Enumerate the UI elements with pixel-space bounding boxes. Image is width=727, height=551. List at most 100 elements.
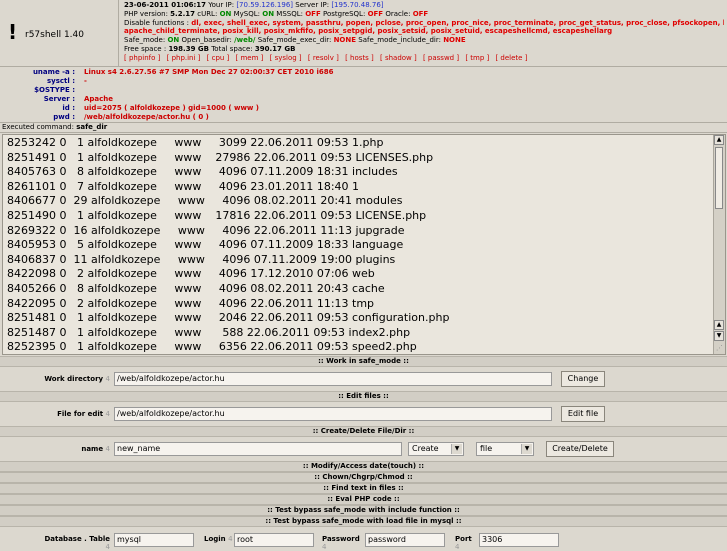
sys-value: /web/alfoldkozepe/actor.hu ( 0 ): [84, 113, 209, 121]
scroll-up-arrow-icon[interactable]: ▲: [714, 320, 724, 330]
edit-file-label-text: File for edit: [57, 410, 104, 418]
arrow-icon: 4: [105, 445, 110, 453]
menu-tmp[interactable]: [ tmp ]: [465, 54, 489, 62]
section-edit-files: :: Edit files ::: [0, 391, 727, 402]
mssql-status: OFF: [305, 9, 321, 18]
arrow-icon: 4: [228, 535, 233, 543]
curl-label: cURL:: [197, 9, 218, 18]
safe-mode-status: ON: [167, 36, 180, 45]
logo: ! r57shell 1.40: [0, 0, 119, 66]
work-dir-label: Work directory 4: [30, 375, 110, 383]
section-modify-access[interactable]: :: Modify/Access date(touch) ::: [0, 461, 727, 472]
menu-hosts[interactable]: [ hosts ]: [345, 54, 374, 62]
sys-row-server: Server : Apache: [0, 95, 727, 103]
postgresql-status: OFF: [367, 9, 384, 18]
section-bypass-mysql[interactable]: :: Test bypass safe_mode with load file …: [0, 516, 727, 527]
total-space-label: Total space:: [211, 44, 253, 53]
safe-exec: NONE: [333, 36, 357, 45]
change-button[interactable]: Change: [561, 371, 605, 387]
top-menu: [ phpinfo ] [ php.ini ] [ cpu ] [ mem ] …: [124, 54, 724, 63]
command-output[interactable]: 8253242 0 1 alfoldkozepe www 3099 22.06.…: [2, 134, 726, 355]
menu-phpinfo[interactable]: [ phpinfo ]: [124, 54, 160, 62]
work-dir-label-text: Work directory: [44, 375, 104, 383]
list-item: 8251490 0 1 alfoldkozepe www 17816 22.06…: [7, 209, 427, 222]
your-ip-label: Your IP:: [208, 1, 235, 9]
header: ! r57shell 1.40 23-06-2011 01:06:17 Your…: [0, 0, 727, 67]
app-name: r57shell 1.40: [25, 30, 84, 40]
menu-resolv[interactable]: [ resolv ]: [308, 54, 339, 62]
list-item: 8252395 0 1 alfoldkozepe www 6356 22.06.…: [7, 340, 417, 354]
work-dir-input[interactable]: /web/alfoldkozepe/actor.hu: [114, 372, 552, 386]
work-dir-row: Work directory 4 /web/alfoldkozepe/actor…: [0, 367, 727, 391]
oracle-status: OFF: [412, 9, 429, 18]
safe-include-label: Safe_mode_include_dir:: [358, 36, 441, 45]
create-type-select[interactable]: file ▼: [476, 442, 534, 456]
mysql-row: Database . Table 4 mysql Login 4 root Pa…: [0, 528, 727, 551]
list-item: 8422098 0 2 alfoldkozepe www 4096 17.12.…: [7, 267, 375, 281]
edit-file-input[interactable]: /web/alfoldkozepe/actor.hu: [114, 407, 552, 421]
section-create-delete: :: Create/Delete File/Dir ::: [0, 426, 727, 437]
list-item: 8253242 0 1 alfoldkozepe www 3099 22.06.…: [7, 136, 384, 149]
menu-mem[interactable]: [ mem ]: [236, 54, 264, 62]
sys-value: uid=2075 ( alfoldkozepe ) gid=1000 ( www…: [84, 104, 260, 112]
sys-label: sysctl :: [46, 77, 75, 85]
scroll-thumb[interactable]: [715, 147, 723, 209]
section-eval[interactable]: :: Eval PHP code ::: [0, 494, 727, 505]
port-label: Port 4: [455, 535, 477, 551]
menu-syslog[interactable]: [ syslog ]: [270, 54, 302, 62]
edit-file-row: File for edit 4 /web/alfoldkozepe/actor.…: [0, 402, 727, 426]
scrollbar[interactable]: ▲ ▲ ▼: [713, 135, 725, 354]
date: 23-06-2011 01:06:17: [124, 1, 207, 9]
exclamation-icon: !: [8, 20, 18, 44]
menu-phpini[interactable]: [ php.ini ]: [167, 54, 201, 62]
login-label-text: Login: [204, 535, 226, 543]
list-item: 8269322 0 16 alfoldkozepe www 4096 22.06…: [7, 223, 405, 237]
list-item: 8406837 0 11 alfoldkozepe www 4096 07.11…: [7, 252, 396, 266]
menu-delete[interactable]: [ delete ]: [495, 54, 527, 62]
create-type-value: file: [480, 444, 493, 453]
sys-label: Server :: [43, 95, 75, 103]
safe-mode-label: Safe_mode:: [124, 36, 166, 45]
total-space: 390.17 GB: [254, 44, 296, 53]
arrow-icon: 4: [105, 543, 110, 551]
section-bypass-include[interactable]: :: Test bypass safe_mode with include fu…: [0, 505, 727, 516]
list-item: 8251491 0 1 alfoldkozepe www 27986 22.06…: [7, 150, 434, 164]
list-item: 8251487 0 1 alfoldkozepe www 588 22.06.2…: [7, 325, 411, 339]
list-item: 8261101 0 7 alfoldkozepe www 4096 23.01.…: [7, 179, 360, 193]
your-ip: [70.59.126.196]: [236, 1, 294, 9]
sys-row-ostype: $OSTYPE :: [0, 86, 727, 94]
php-version-label: PHP version:: [124, 9, 168, 18]
disable-functions: dl, exec, shell_exec, system, passthru, …: [191, 18, 724, 27]
section-chown[interactable]: :: Chown/Chgrp/Chmod ::: [0, 472, 727, 483]
db-table-label-text: Database . Table: [44, 535, 110, 543]
list-item: 8405266 0 8 alfoldkozepe www 4096 08.02.…: [7, 282, 385, 295]
create-delete-button[interactable]: Create/Delete: [546, 441, 614, 457]
menu-cpu[interactable]: [ cpu ]: [207, 54, 230, 62]
create-name-input[interactable]: new_name: [114, 442, 402, 456]
menu-passwd[interactable]: [ passwd ]: [423, 54, 459, 62]
resize-grip-icon[interactable]: ⋰: [716, 344, 723, 352]
edit-file-button[interactable]: Edit file: [561, 406, 605, 422]
php-version: 5.2.17: [170, 9, 195, 18]
disable-functions-cont: apache_child_terminate, posix_kill, posi…: [124, 27, 613, 36]
list-item: 8405953 0 5 alfoldkozepe www 4096 07.11.…: [7, 238, 404, 252]
sys-value: -: [84, 77, 87, 85]
free-space-label: Free space :: [124, 44, 167, 53]
scroll-up-arrow-icon[interactable]: ▲: [714, 135, 724, 145]
arrow-icon: 4: [105, 375, 110, 383]
menu-shadow[interactable]: [ shadow ]: [380, 54, 417, 62]
section-find-text[interactable]: :: Find text in files ::: [0, 483, 727, 494]
sys-label: pwd :: [53, 113, 75, 121]
sys-row-pwd: pwd : /web/alfoldkozepe/actor.hu ( 0 ): [0, 113, 727, 121]
executed-command: Executed command: safe_dir: [0, 123, 727, 133]
list-item: 8406677 0 29 alfoldkozepe www 4096 08.02…: [7, 194, 403, 208]
open-basedir-label: Open_basedir:: [181, 36, 232, 45]
sys-label: id :: [62, 104, 75, 112]
executed-label: Executed command:: [2, 123, 74, 131]
mysql-label: MySQL:: [233, 9, 261, 18]
disable-functions-label: Disable functions :: [124, 18, 190, 27]
create-action-select[interactable]: Create ▼: [408, 442, 464, 456]
scroll-down-arrow-icon[interactable]: ▼: [714, 331, 724, 341]
sys-row-id: id : uid=2075 ( alfoldkozepe ) gid=1000 …: [0, 104, 727, 112]
list-item: 8405763 0 8 alfoldkozepe www 4096 07.11.…: [7, 165, 398, 179]
